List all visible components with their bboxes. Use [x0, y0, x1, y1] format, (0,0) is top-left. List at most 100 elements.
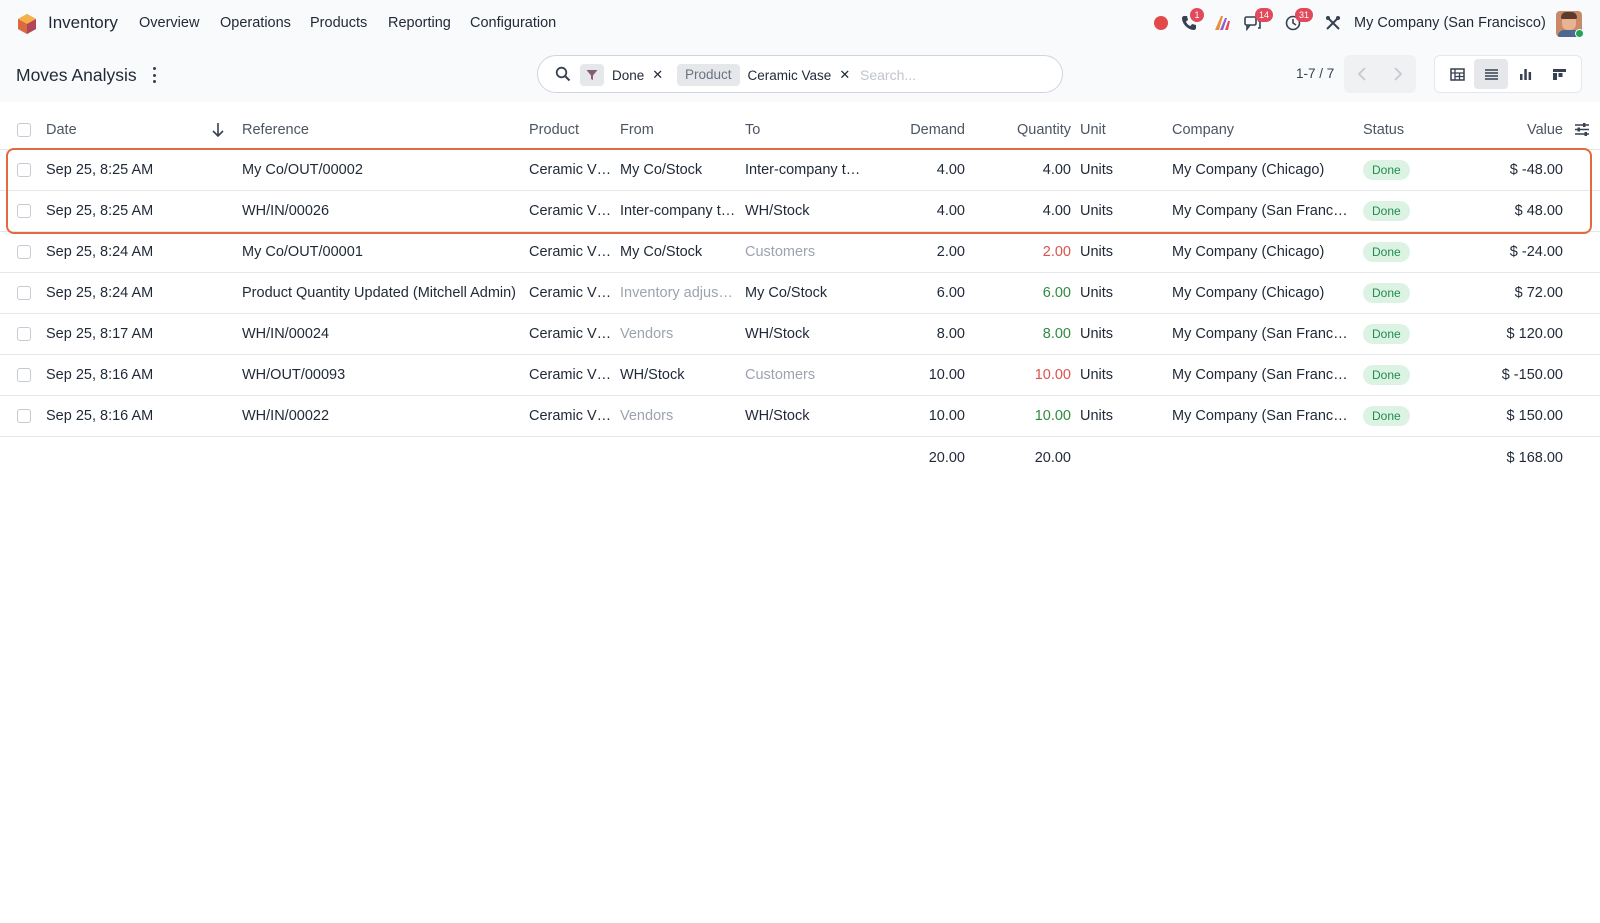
cell-reference: My Co/OUT/00002 — [242, 162, 363, 178]
cell-product: Ceramic V… — [529, 285, 612, 301]
status-badge: Done — [1363, 242, 1410, 262]
row-checkbox[interactable] — [17, 368, 31, 382]
sort-descending-icon[interactable] — [212, 122, 224, 138]
actions-menu-icon[interactable] — [150, 67, 158, 83]
cell-product: Ceramic V… — [529, 244, 612, 260]
phone-badge: 1 — [1190, 8, 1204, 22]
cell-company: My Company (Chicago) — [1172, 244, 1325, 260]
table-row[interactable]: Sep 25, 8:25 AM WH/IN/00026 Ceramic V… Inte… — [0, 191, 1600, 232]
pivot-view-icon[interactable] — [1440, 59, 1474, 89]
menu-operations[interactable]: Operations — [220, 15, 291, 31]
cell-product: Ceramic V… — [529, 326, 612, 342]
column-product[interactable]: Product — [529, 122, 579, 138]
graph-view-icon[interactable] — [1508, 59, 1542, 89]
pager-next-icon[interactable] — [1380, 55, 1416, 93]
menu-configuration[interactable]: Configuration — [470, 15, 556, 31]
cell-to: Inter-company t… — [745, 162, 861, 178]
search-input[interactable] — [860, 65, 1050, 85]
cell-from: Vendors — [620, 326, 674, 342]
row-checkbox[interactable] — [17, 286, 31, 300]
column-from[interactable]: From — [620, 122, 654, 138]
cell-from: My Co/Stock — [620, 244, 703, 260]
menu-overview[interactable]: Overview — [139, 15, 199, 31]
row-checkbox[interactable] — [17, 245, 31, 259]
list-view-icon[interactable] — [1474, 59, 1508, 89]
row-checkbox[interactable] — [17, 204, 31, 218]
page-title: Moves Analysis — [16, 65, 137, 85]
view-switcher — [1434, 55, 1582, 93]
column-quantity[interactable]: Quantity — [985, 122, 1071, 138]
column-unit[interactable]: Unit — [1080, 122, 1106, 138]
column-company[interactable]: Company — [1172, 122, 1234, 138]
tools-icon[interactable] — [1324, 14, 1342, 32]
cell-value: $ 120.00 — [1506, 326, 1563, 342]
optional-columns-icon[interactable] — [1574, 122, 1590, 137]
menu-products[interactable]: Products — [310, 15, 367, 31]
table-row[interactable]: Sep 25, 8:16 AM WH/IN/00022 Ceramic V… Vend… — [0, 396, 1600, 437]
table-row[interactable]: Sep 25, 8:24 AM My Co/OUT/00001 Ceramic V…… — [0, 232, 1600, 273]
company-switcher[interactable]: My Company (San Francisco) — [1354, 15, 1546, 31]
cell-unit: Units — [1080, 285, 1114, 301]
cell-reference: WH/IN/00024 — [242, 326, 330, 342]
cell-company: My Company (Chicago) — [1172, 162, 1325, 178]
status-badge: Done — [1363, 283, 1410, 303]
cell-value: $ -24.00 — [1509, 244, 1563, 260]
remove-filter-product-icon[interactable]: ✕ — [839, 67, 850, 83]
column-demand[interactable]: Demand — [880, 122, 965, 138]
cell-to: WH/Stock — [745, 203, 810, 219]
cell-quantity: 2.00 — [1042, 244, 1071, 260]
cell-unit: Units — [1080, 203, 1114, 219]
cell-date: Sep 25, 8:16 AM — [46, 408, 154, 424]
cell-company: My Company (San Franci… — [1172, 203, 1350, 219]
pager-previous-icon[interactable] — [1344, 55, 1380, 93]
status-badge: Done — [1363, 406, 1410, 426]
menu-reporting[interactable]: Reporting — [388, 15, 451, 31]
chat-badge: 14 — [1255, 8, 1274, 22]
cell-demand: 4.00 — [936, 162, 965, 178]
table-row[interactable]: Sep 25, 8:17 AM WH/IN/00024 Ceramic V… Vend… — [0, 314, 1600, 355]
search-icon[interactable] — [555, 66, 571, 82]
cell-date: Sep 25, 8:25 AM — [46, 162, 154, 178]
top-navbar: Inventory Overview Operations Products R… — [0, 0, 1600, 46]
app-name[interactable]: Inventory — [48, 13, 118, 33]
cell-quantity: 10.00 — [1034, 367, 1071, 383]
app-logo-icon[interactable] — [17, 13, 37, 35]
column-to[interactable]: To — [745, 122, 760, 138]
cell-reference: Product Quantity Updated (Mitchell Admin… — [242, 285, 517, 301]
total-value: $ 168.00 — [1506, 450, 1563, 466]
cell-reference: My Co/OUT/00001 — [242, 244, 363, 260]
column-date[interactable]: Date — [46, 122, 77, 138]
total-demand: 20.00 — [928, 450, 965, 466]
row-checkbox[interactable] — [17, 409, 31, 423]
kanban-view-icon[interactable] — [1542, 59, 1576, 89]
ai-icon[interactable] — [1214, 14, 1232, 32]
select-all-checkbox[interactable] — [17, 123, 31, 137]
row-checkbox[interactable] — [17, 327, 31, 341]
status-badge: Done — [1363, 365, 1410, 385]
total-quantity: 20.00 — [1034, 450, 1071, 466]
remove-filter-done-icon[interactable]: ✕ — [652, 67, 663, 83]
pager-value[interactable]: 1-7 / 7 — [1296, 66, 1334, 81]
filter-done-value: Done — [612, 67, 645, 83]
table-row[interactable]: Sep 25, 8:25 AM My Co/OUT/00002 Ceramic V…… — [0, 150, 1600, 191]
table-row[interactable]: Sep 25, 8:24 AM Product Quantity Updated … — [0, 273, 1600, 314]
record-icon[interactable] — [1152, 14, 1170, 32]
cell-company: My Company (San Franci… — [1172, 408, 1350, 424]
table-row[interactable]: Sep 25, 8:16 AM WH/OUT/00093 Ceramic V… WH/… — [0, 355, 1600, 396]
column-value[interactable]: Value — [1460, 122, 1563, 138]
column-reference[interactable]: Reference — [242, 122, 309, 138]
cell-unit: Units — [1080, 326, 1114, 342]
filter-product-label: Product — [677, 64, 740, 86]
cell-from: My Co/Stock — [620, 162, 703, 178]
cell-product: Ceramic V… — [529, 162, 612, 178]
cell-value: $ -48.00 — [1509, 162, 1563, 178]
filter-facet-product: Product Ceramic Vase ✕ — [677, 64, 850, 86]
activity-badge: 31 — [1295, 8, 1314, 22]
row-checkbox[interactable] — [17, 163, 31, 177]
search-bar[interactable]: Done ✕ Product Ceramic Vase ✕ — [537, 55, 1063, 93]
column-status[interactable]: Status — [1363, 122, 1404, 138]
online-status-icon — [1575, 29, 1584, 38]
cell-value: $ 72.00 — [1514, 285, 1563, 301]
cell-unit: Units — [1080, 367, 1114, 383]
cell-demand: 4.00 — [936, 203, 965, 219]
